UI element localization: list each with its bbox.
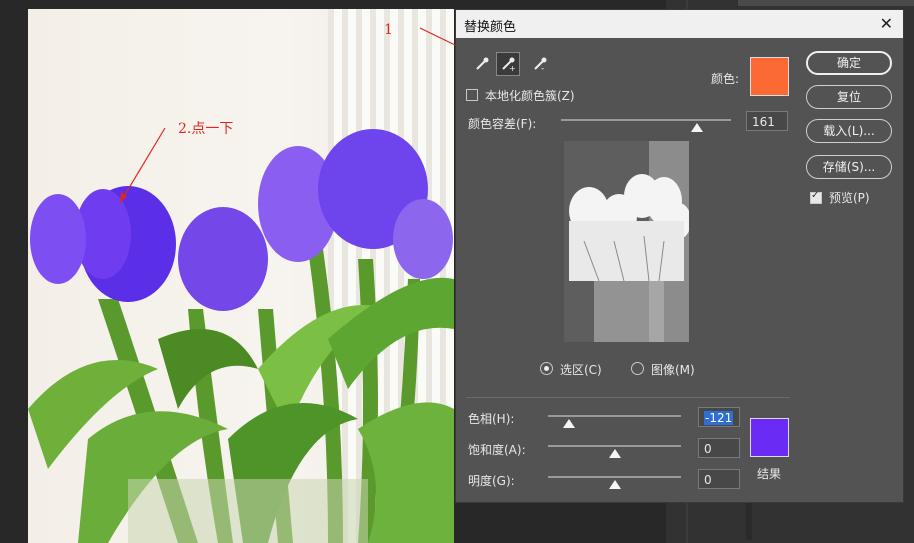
replace-color-dialog: 替换颜色 ✕ + - 颜色: 本地化颜色簇(Z) 颜色容差(F): 161 选区… xyxy=(455,9,904,503)
save-button[interactable]: 存储(S)... xyxy=(806,155,892,179)
hue-slider-thumb[interactable] xyxy=(563,419,575,428)
preview-label: 预览(P) xyxy=(829,191,870,205)
result-label: 结果 xyxy=(757,467,782,481)
localized-clusters-label: 本地化颜色簇(Z) xyxy=(485,89,575,103)
close-icon[interactable]: ✕ xyxy=(880,14,893,33)
eyedropper-icon[interactable] xyxy=(470,52,494,76)
fuzziness-slider-thumb[interactable] xyxy=(691,123,703,132)
hue-label: 色相(H): xyxy=(468,412,515,426)
tulip-photo xyxy=(28,129,454,543)
photo-canvas[interactable] xyxy=(28,9,454,543)
annotation-step-1: 1 xyxy=(384,22,393,38)
lightness-slider-thumb[interactable] xyxy=(609,480,621,489)
color-label: 颜色: xyxy=(711,72,740,86)
dialog-title: 替换颜色 xyxy=(464,20,517,35)
load-button[interactable]: 载入(L)... xyxy=(806,119,892,143)
lightness-slider-track[interactable] xyxy=(548,476,681,478)
ok-button[interactable]: 确定 xyxy=(806,51,892,75)
fuzziness-slider-track[interactable] xyxy=(561,119,731,121)
options-bar xyxy=(738,0,914,6)
lightness-input[interactable]: 0 xyxy=(698,469,740,489)
saturation-slider-thumb[interactable] xyxy=(609,449,621,458)
fuzziness-label: 颜色容差(F): xyxy=(468,117,537,131)
saturation-input[interactable]: 0 xyxy=(698,438,740,458)
preview-checkbox[interactable] xyxy=(810,190,822,204)
hue-slider-track[interactable] xyxy=(548,415,681,417)
hue-value: -121 xyxy=(704,411,734,425)
saturation-label: 饱和度(A): xyxy=(468,443,526,457)
svg-text:+: + xyxy=(509,64,516,72)
localized-clusters-checkbox[interactable] xyxy=(466,89,478,101)
view-image-label: 图像(M) xyxy=(651,363,695,377)
view-selection-label: 选区(C) xyxy=(560,363,602,377)
hue-input[interactable]: -121 xyxy=(698,407,740,427)
view-selection-radio[interactable] xyxy=(540,362,553,375)
reset-button[interactable]: 复位 xyxy=(806,85,892,109)
view-image-radio[interactable] xyxy=(631,362,644,375)
dialog-titlebar: 替换颜色 ✕ xyxy=(456,10,903,38)
lightness-label: 明度(G): xyxy=(468,474,515,488)
eyedropper-add-icon[interactable]: + xyxy=(496,52,520,76)
source-color-swatch[interactable] xyxy=(750,57,789,96)
selection-preview xyxy=(564,141,691,342)
annotation-step-2: 2.点一下 xyxy=(178,121,234,137)
svg-text:-: - xyxy=(541,64,544,72)
section-divider xyxy=(466,397,790,398)
saturation-slider-track[interactable] xyxy=(548,445,681,447)
eyedropper-subtract-icon[interactable]: - xyxy=(528,52,552,76)
fuzziness-input[interactable]: 161 xyxy=(746,111,788,131)
result-color-swatch[interactable] xyxy=(750,418,789,457)
